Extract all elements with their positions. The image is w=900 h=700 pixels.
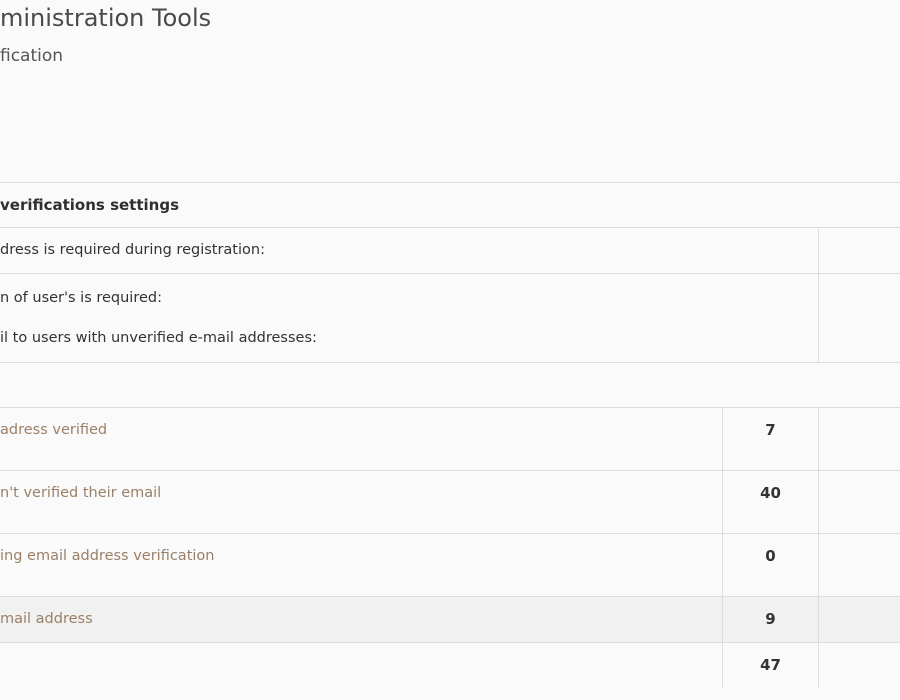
setting-label: il to users with unverified e-mail addre… — [0, 330, 317, 346]
setting-row-send-email-unverified: il to users with unverified e-mail addre… — [0, 318, 900, 362]
stat-count: 7 — [723, 408, 819, 470]
stat-count: 9 — [723, 597, 819, 642]
stat-extra-cell — [819, 597, 900, 642]
total-count: 47 — [723, 643, 819, 687]
page-title: ministration Tools — [0, 4, 212, 32]
table-row: mail address 9 — [0, 597, 900, 643]
stat-label-link[interactable]: n't verified their email — [0, 471, 723, 533]
stat-label-link[interactable]: adress verified — [0, 408, 723, 470]
stat-label-link[interactable]: mail address — [0, 597, 723, 642]
page: ministration Tools fication verification… — [0, 0, 900, 700]
page-subtitle: fication — [0, 46, 64, 66]
table-row: adress verified 7 — [0, 408, 900, 471]
verification-settings-panel: verifications settings dress is required… — [0, 182, 900, 363]
stat-extra-cell — [819, 643, 900, 687]
setting-label: dress is required during registration: — [0, 242, 265, 258]
stat-label-link[interactable]: ing email address verification — [0, 534, 723, 596]
setting-row-email-required: dress is required during registration: — [0, 228, 900, 274]
settings-body: dress is required during registration: n… — [0, 228, 900, 362]
stat-extra-cell — [819, 471, 900, 533]
setting-control-verification-required[interactable] — [818, 274, 900, 318]
stat-extra-cell — [819, 534, 900, 596]
settings-heading: verifications settings — [0, 183, 900, 228]
setting-row-verification-required: n of user's is required: — [0, 274, 900, 318]
total-row: 47 — [0, 643, 900, 687]
stat-count: 40 — [723, 471, 819, 533]
total-label — [0, 643, 723, 687]
table-row: n't verified their email 40 — [0, 471, 900, 534]
setting-control-email-required[interactable] — [818, 228, 900, 273]
table-row: ing email address verification 0 — [0, 534, 900, 597]
setting-control-send-email-unverified[interactable] — [818, 318, 900, 362]
stat-count: 0 — [723, 534, 819, 596]
verification-stats-table: adress verified 7 n't verified their ema… — [0, 407, 900, 687]
stat-extra-cell — [819, 408, 900, 470]
setting-label: n of user's is required: — [0, 290, 162, 306]
